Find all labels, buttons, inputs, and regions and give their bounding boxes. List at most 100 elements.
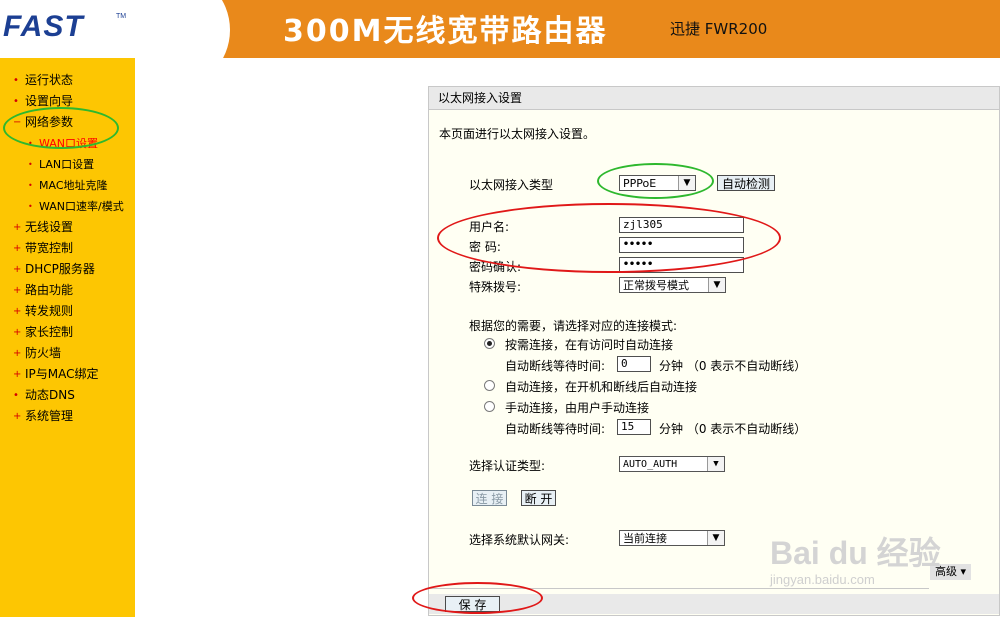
sidebar-item-label: 动态DNS bbox=[25, 388, 75, 402]
idle-time-field[interactable]: 0 bbox=[617, 356, 651, 372]
bullet-icon: • bbox=[28, 139, 33, 148]
sidebar-item-lan[interactable]: • LAN口设置 bbox=[0, 154, 135, 175]
wan-type-label: 以太网接入类型 bbox=[469, 178, 554, 192]
auth-type-value: AUTO_AUTH bbox=[623, 459, 678, 470]
manual-idle-time-unit: 分钟 （0 表示不自动断线） bbox=[659, 422, 807, 436]
special-dial-value: 正常拨号模式 bbox=[623, 279, 689, 292]
username-field[interactable]: zjl305 bbox=[619, 217, 744, 233]
collapse-icon: − bbox=[13, 117, 22, 128]
radio-manual-connect[interactable] bbox=[484, 401, 495, 412]
expand-icon: + bbox=[13, 243, 22, 254]
password-label: 密 码: bbox=[469, 240, 501, 254]
on-demand-label: 按需连接，在有访问时自动连接 bbox=[505, 338, 674, 352]
top-banner: FAST TM 300M无线宽带路由器 迅捷 FWR200 bbox=[0, 0, 1000, 90]
default-gateway-select[interactable]: 当前连接 ▼ bbox=[619, 530, 725, 546]
auto-connect-label: 自动连接，在开机和断线后自动连接 bbox=[505, 380, 698, 394]
sidebar-item-label: MAC地址克隆 bbox=[39, 179, 108, 192]
confirm-password-field[interactable]: ••••• bbox=[619, 257, 744, 273]
radio-auto-connect[interactable] bbox=[484, 380, 495, 391]
manual-idle-time-field[interactable]: 15 bbox=[617, 419, 651, 435]
sidebar-item-ip-mac[interactable]: + IP与MAC绑定 bbox=[0, 364, 135, 385]
bullet-icon: • bbox=[28, 202, 33, 211]
username-label: 用户名: bbox=[469, 220, 510, 234]
watermark-logo: Bai du 经验 bbox=[770, 535, 941, 571]
connection-mode-prompt: 根据您的需要，请选择对应的连接模式: bbox=[469, 319, 678, 333]
expand-icon: + bbox=[13, 348, 22, 359]
sidebar-item-mac-clone[interactable]: • MAC地址克隆 bbox=[0, 175, 135, 196]
sidebar-item-label: WAN口设置 bbox=[39, 137, 99, 150]
default-gateway-value: 当前连接 bbox=[623, 532, 667, 545]
sidebar-item-dhcp[interactable]: + DHCP服务器 bbox=[0, 259, 135, 280]
sidebar-item-ddns[interactable]: • 动态DNS bbox=[0, 385, 135, 406]
save-button[interactable]: 保 存 bbox=[445, 596, 500, 612]
wan-type-select[interactable]: PPPoE ▼ bbox=[619, 175, 696, 191]
sidebar-item-firewall[interactable]: + 防火墙 bbox=[0, 343, 135, 364]
sidebar-item-label: 系统管理 bbox=[25, 409, 74, 423]
bullet-icon: • bbox=[13, 96, 19, 107]
sidebar-item-label: LAN口设置 bbox=[39, 158, 95, 171]
sidebar-item-label: 网络参数 bbox=[25, 115, 74, 129]
panel-title: 以太网接入设置 bbox=[438, 91, 523, 105]
sidebar-item-system[interactable]: + 系统管理 bbox=[0, 406, 135, 427]
panel-header: 以太网接入设置 bbox=[429, 87, 999, 110]
connect-button[interactable]: 连 接 bbox=[472, 490, 507, 506]
sidebar-item-label: DHCP服务器 bbox=[25, 262, 95, 276]
watermark: Bai du 经验 jingyan.baidu.com bbox=[770, 520, 1000, 600]
sidebar-item-wireless[interactable]: + 无线设置 bbox=[0, 217, 135, 238]
bullet-icon: • bbox=[13, 75, 19, 86]
sidebar-item-status[interactable]: • 运行状态 bbox=[0, 70, 135, 91]
auth-type-select[interactable]: AUTO_AUTH ▼ bbox=[619, 456, 725, 472]
disconnect-button[interactable]: 断 开 bbox=[521, 490, 556, 506]
auth-type-label: 选择认证类型: bbox=[469, 459, 546, 473]
password-field[interactable]: ••••• bbox=[619, 237, 744, 253]
sidebar-item-label: 家长控制 bbox=[25, 325, 74, 339]
wan-type-value: PPPoE bbox=[623, 177, 657, 190]
sidebar-item-parental[interactable]: + 家长控制 bbox=[0, 322, 135, 343]
expand-icon: + bbox=[13, 306, 22, 317]
sidebar-item-label: WAN口速率/模式 bbox=[39, 200, 124, 213]
sidebar-item-label: 带宽控制 bbox=[25, 241, 74, 255]
chevron-down-icon: ▼ bbox=[708, 278, 725, 292]
special-dial-select[interactable]: 正常拨号模式 ▼ bbox=[619, 277, 726, 293]
chevron-down-icon: ▼ bbox=[707, 457, 724, 471]
default-gateway-label: 选择系统默认网关: bbox=[469, 533, 570, 547]
sidebar-item-network[interactable]: − 网络参数 bbox=[0, 112, 135, 133]
radio-on-demand[interactable] bbox=[484, 338, 495, 349]
bullet-icon: • bbox=[13, 390, 19, 401]
sidebar-item-bandwidth[interactable]: + 带宽控制 bbox=[0, 238, 135, 259]
chevron-down-icon: ▼ bbox=[707, 531, 724, 545]
expand-icon: + bbox=[13, 411, 22, 422]
auto-detect-button[interactable]: 自动检测 bbox=[717, 175, 775, 191]
sidebar-item-label: 转发规则 bbox=[25, 304, 74, 318]
sidebar-item-forwarding[interactable]: + 转发规则 bbox=[0, 301, 135, 322]
expand-icon: + bbox=[13, 285, 22, 296]
sidebar-item-label: IP与MAC绑定 bbox=[25, 367, 99, 381]
sidebar-item-label: 设置向导 bbox=[25, 94, 74, 108]
sidebar-item-label: 运行状态 bbox=[25, 73, 74, 87]
sidebar-item-wan-speed[interactable]: • WAN口速率/模式 bbox=[0, 196, 135, 217]
sidebar-menu: • 运行状态 • 设置向导 − 网络参数 • WAN口设置 • LAN口设置 • MAC地址… bbox=[0, 58, 135, 617]
chevron-down-icon: ▼ bbox=[678, 176, 695, 190]
product-model: 迅捷 FWR200 bbox=[670, 20, 768, 38]
expand-icon: + bbox=[13, 222, 22, 233]
expand-icon: + bbox=[13, 369, 22, 380]
sidebar-item-label: 防火墙 bbox=[25, 346, 62, 360]
sidebar-item-wan[interactable]: • WAN口设置 bbox=[0, 133, 135, 154]
confirm-password-label: 密码确认: bbox=[469, 260, 522, 274]
bullet-icon: • bbox=[28, 160, 33, 169]
manual-connect-label: 手动连接，由用户手动连接 bbox=[505, 401, 650, 415]
sidebar-item-label: 路由功能 bbox=[25, 283, 74, 297]
sidebar-item-setup-wizard[interactable]: • 设置向导 bbox=[0, 91, 135, 112]
special-dial-label: 特殊拨号: bbox=[469, 280, 522, 294]
manual-idle-time-label: 自动断线等待时间: bbox=[505, 422, 606, 436]
expand-icon: + bbox=[13, 327, 22, 338]
expand-icon: + bbox=[13, 264, 22, 275]
brand-logo: FAST bbox=[3, 10, 84, 43]
sidebar-item-routing[interactable]: + 路由功能 bbox=[0, 280, 135, 301]
idle-time-unit: 分钟 （0 表示不自动断线） bbox=[659, 359, 807, 373]
intro-text: 本页面进行以太网接入设置。 bbox=[439, 127, 596, 141]
product-title: 300M无线宽带路由器 bbox=[283, 14, 608, 49]
idle-time-label: 自动断线等待时间: bbox=[505, 359, 606, 373]
trademark-mark: TM bbox=[116, 13, 127, 20]
sidebar-item-label: 无线设置 bbox=[25, 220, 74, 234]
